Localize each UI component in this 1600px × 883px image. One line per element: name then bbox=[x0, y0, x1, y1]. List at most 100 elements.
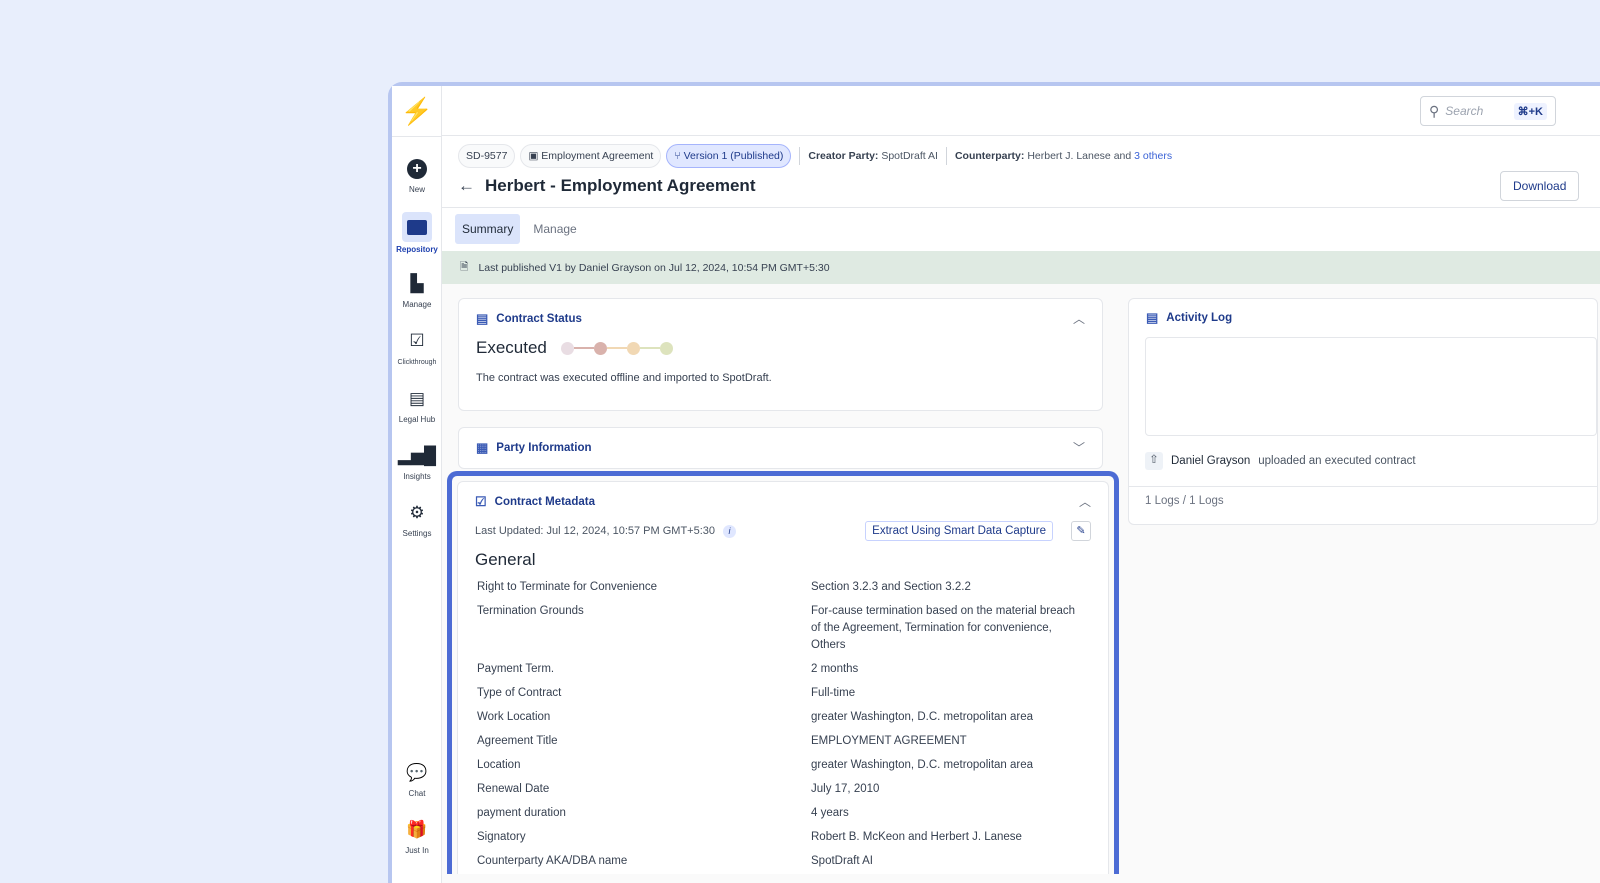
log-entry: ⇧ Daniel Grayson uploaded an executed con… bbox=[1129, 436, 1597, 486]
table-row: Payment Term. 2 months bbox=[475, 658, 1085, 682]
sidebar-item-repository[interactable]: Repository bbox=[392, 212, 442, 254]
sidebar-item-new[interactable]: + New bbox=[392, 156, 442, 194]
tab-manage[interactable]: Manage bbox=[526, 214, 583, 244]
app-window: ⚡ + New Repository ▙ Manage ☑ Clickthrough … bbox=[388, 82, 1600, 883]
shortcut-badge: ⌘+K bbox=[1513, 102, 1547, 120]
field-value: July 17, 2010 bbox=[811, 783, 880, 795]
gift-icon: 🎁 bbox=[406, 820, 428, 839]
publish-banner: 🗎 Last published V1 by Daniel Grayson on … bbox=[442, 251, 1600, 284]
chat-icon: 💬 bbox=[406, 763, 428, 782]
field-value: EMPLOYMENT AGREEMENT bbox=[811, 735, 967, 747]
table-row: Work Location greater Washington, D.C. me… bbox=[475, 706, 1085, 730]
search-input[interactable]: ⚲ Search ⌘+K bbox=[1420, 96, 1556, 126]
status-connector bbox=[573, 347, 594, 349]
extract-button[interactable]: Extract Using Smart Data Capture bbox=[865, 521, 1053, 541]
checklist-icon: ☑ bbox=[475, 493, 487, 509]
status-progress bbox=[560, 341, 673, 355]
table-row: Type of Contract Full-time bbox=[475, 682, 1085, 706]
others-link[interactable]: 3 others bbox=[1134, 150, 1172, 162]
status-step-dot bbox=[659, 341, 673, 355]
clickthrough-icon: ☑ bbox=[409, 331, 425, 350]
sidebar: ⚡ + New Repository ▙ Manage ☑ Clickthrough … bbox=[392, 86, 442, 883]
folder-icon bbox=[402, 212, 432, 242]
chevron-up-icon[interactable]: ︿ bbox=[1079, 493, 1091, 510]
contract-status-card: ▤ Contract Status ︿ Executed The contract … bbox=[458, 298, 1103, 411]
field-label: Agreement Title bbox=[477, 735, 558, 747]
table-row: Renewal Date July 17, 2010 bbox=[475, 778, 1085, 802]
legal-hub-icon: ▤ bbox=[408, 389, 426, 408]
field-value: 2 months bbox=[811, 663, 859, 675]
party-information-card[interactable]: ▦ Party Information ﹀ bbox=[458, 427, 1103, 469]
document-icon: ▣ bbox=[528, 150, 542, 162]
log-icon: ▤ bbox=[1146, 310, 1159, 325]
metadata-table: Right to Terminate for Convenience Sectio… bbox=[475, 576, 1085, 874]
status-connector bbox=[606, 347, 627, 349]
sidebar-item-chat[interactable]: 💬 Chat bbox=[392, 760, 442, 798]
field-label: Right to Terminate for Convenience bbox=[477, 581, 658, 593]
chevron-up-icon[interactable]: ︿ bbox=[1073, 310, 1085, 327]
section-heading: General bbox=[475, 550, 536, 569]
top-bar: ⚲ Search ⌘+K bbox=[442, 86, 1600, 136]
tab-summary[interactable]: Summary bbox=[455, 214, 521, 244]
chevron-down-icon[interactable]: ﹀ bbox=[1073, 439, 1085, 456]
contract-id-chip: SD-9577 bbox=[458, 144, 516, 168]
table-row: Signatory Robert B. McKeon and Herbert J.… bbox=[475, 826, 1085, 850]
table-row: Agreement Title EMPLOYMENT AGREEMENT bbox=[475, 730, 1085, 754]
table-row: Right to Terminate for Convenience Sectio… bbox=[475, 576, 1085, 600]
metadata-highlight: ☑ Contract Metadata ︿ Last Updated: Jul 12… bbox=[447, 471, 1119, 874]
activity-log-card: ▤ Activity Log ⇧ Daniel Grayson uploaded a… bbox=[1128, 298, 1598, 525]
logo-icon: ⚡ bbox=[400, 95, 434, 126]
status-step-dot bbox=[593, 341, 607, 355]
page-title: Herbert - Employment Agreement bbox=[485, 176, 756, 195]
field-label: Termination Grounds bbox=[477, 605, 584, 617]
status-connector bbox=[639, 347, 660, 349]
field-value: SpotDraft AI bbox=[811, 855, 874, 867]
sidebar-item-manage[interactable]: ▙ Manage bbox=[392, 271, 442, 309]
field-label: Counterparty AKA/DBA name bbox=[477, 855, 628, 867]
field-label: Renewal Date bbox=[477, 783, 550, 795]
branch-icon: ⑂ bbox=[674, 150, 684, 162]
plus-circle-icon: + bbox=[404, 156, 430, 182]
field-value: Full-time bbox=[811, 687, 856, 699]
field-value: For-cause termination based on the mater… bbox=[811, 605, 1076, 651]
sidebar-item-legal-hub[interactable]: ▤ Legal Hub bbox=[392, 386, 442, 424]
contract-metadata-card: ☑ Contract Metadata ︿ Last Updated: Jul 12… bbox=[457, 481, 1109, 874]
search-icon: ⚲ bbox=[1429, 102, 1440, 119]
status-label: Executed bbox=[476, 338, 547, 357]
download-button[interactable]: Download bbox=[1500, 171, 1580, 201]
field-label: Signatory bbox=[477, 831, 526, 843]
upload-icon: ⇧ bbox=[1145, 452, 1163, 470]
table-row: Location greater Washington, D.C. metropo… bbox=[475, 754, 1085, 778]
contract-type-chip[interactable]: ▣ Employment Agreement bbox=[520, 144, 662, 168]
table-row: Counterparty AKA/DBA name SpotDraft AI bbox=[475, 850, 1085, 874]
field-label: Type of Contract bbox=[477, 687, 562, 699]
manage-icon: ▙ bbox=[410, 274, 424, 293]
table-row: Termination Grounds For-cause termination… bbox=[475, 600, 1085, 658]
sidebar-item-insights[interactable]: ▂▅█ Insights bbox=[392, 443, 442, 481]
version-chip[interactable]: ⑂ Version 1 (Published) bbox=[666, 144, 792, 168]
back-arrow-icon[interactable]: ← bbox=[458, 176, 475, 196]
gear-icon: ⚙ bbox=[409, 503, 425, 522]
status-step-dot bbox=[626, 341, 640, 355]
field-value: greater Washington, D.C. metropolitan ar… bbox=[811, 711, 1034, 723]
sidebar-item-clickthrough[interactable]: ☑ Clickthrough bbox=[392, 328, 442, 366]
table-row: payment duration 4 years bbox=[475, 802, 1085, 826]
sidebar-item-just-in[interactable]: 🎁 Just In bbox=[392, 817, 442, 855]
contract-chips: SD-9577 ▣ Employment Agreement ⑂ Version… bbox=[458, 144, 1172, 168]
document-clock-icon: 🗎 bbox=[460, 260, 469, 273]
status-step-dot bbox=[560, 341, 574, 355]
field-value: greater Washington, D.C. metropolitan ar… bbox=[811, 759, 1034, 771]
bar-chart-icon: ▂▅█ bbox=[397, 446, 437, 465]
activity-chart-area bbox=[1145, 337, 1597, 436]
field-label: payment duration bbox=[477, 807, 566, 819]
document-icon: ▤ bbox=[476, 310, 489, 326]
info-icon[interactable]: i bbox=[723, 524, 737, 538]
field-value: 4 years bbox=[811, 807, 849, 819]
edit-icon[interactable]: ✎ bbox=[1071, 521, 1091, 541]
sidebar-item-settings[interactable]: ⚙ Settings bbox=[392, 500, 442, 538]
field-label: Payment Term. bbox=[477, 663, 555, 675]
field-label: Work Location bbox=[477, 711, 551, 723]
building-icon: ▦ bbox=[476, 439, 489, 455]
field-value: Robert B. McKeon and Herbert J. Lanese bbox=[811, 831, 1022, 843]
field-label: Location bbox=[477, 759, 521, 771]
